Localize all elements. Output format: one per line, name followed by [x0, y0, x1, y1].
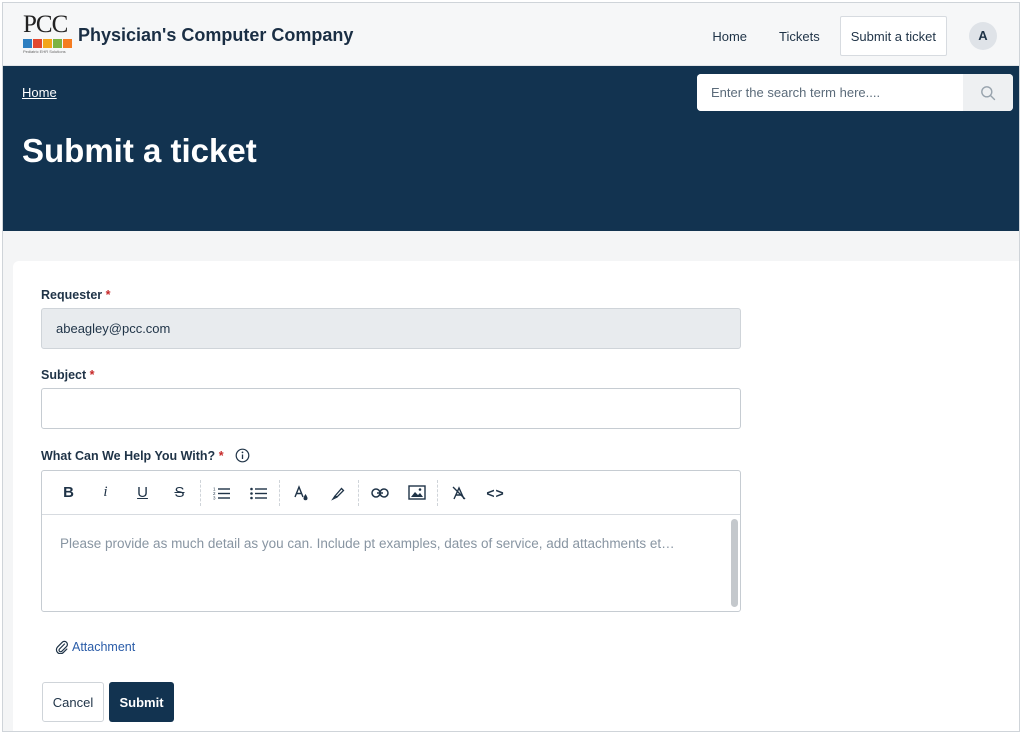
nav-submit-ticket-button[interactable]: Submit a ticket	[839, 16, 947, 56]
nav-home-link[interactable]: Home	[712, 29, 747, 44]
italic-button[interactable]: i	[87, 478, 124, 508]
requester-label: Requester *	[41, 288, 111, 302]
editor-scrollbar[interactable]	[731, 519, 738, 607]
text-color-icon	[293, 484, 307, 500]
breadcrumb-home[interactable]: Home	[22, 85, 57, 100]
top-navigation-bar: PCC Pediatric EHR Solutions Physician's …	[3, 3, 1019, 66]
search-bar	[697, 74, 1013, 111]
submit-button[interactable]: Submit	[109, 682, 174, 722]
subject-label-text: Subject	[41, 368, 87, 382]
logo-square-red	[33, 39, 42, 48]
requester-label-text: Requester	[41, 288, 103, 302]
underline-button[interactable]: U	[124, 478, 161, 508]
cancel-button[interactable]: Cancel	[42, 682, 104, 722]
logo-text: PCC	[23, 11, 68, 38]
strikethrough-button[interactable]: S	[161, 478, 198, 508]
logo-square-blue	[23, 39, 32, 48]
browser-frame: PCC Pediatric EHR Solutions Physician's …	[2, 2, 1020, 732]
code-icon: <>	[486, 484, 505, 501]
attachment-link[interactable]: Attachment	[55, 640, 135, 654]
required-marker: *	[218, 449, 224, 463]
link-icon	[370, 487, 389, 498]
company-name[interactable]: Physician's Computer Company	[78, 25, 353, 46]
logo-tagline: Pediatric EHR Solutions	[23, 49, 66, 54]
underline-icon: U	[137, 484, 148, 501]
strikethrough-icon: S	[174, 484, 185, 501]
nav-tickets-link[interactable]: Tickets	[779, 29, 820, 44]
text-color-button[interactable]	[282, 478, 319, 508]
italic-icon: i	[103, 484, 108, 500]
editor-toolbar: B i U S 1 2 3 <>	[42, 471, 740, 515]
search-button[interactable]	[963, 74, 1013, 111]
subject-label: Subject *	[41, 368, 95, 382]
bullet-list-icon	[249, 487, 267, 499]
insert-link-button[interactable]	[361, 478, 398, 508]
highlighter-icon	[330, 487, 344, 501]
highlight-button[interactable]	[319, 478, 356, 508]
required-marker: *	[89, 368, 95, 382]
search-input[interactable]	[697, 74, 963, 111]
page-title: Submit a ticket	[22, 132, 257, 169]
logo-color-squares	[23, 39, 73, 48]
toolbar-separator	[437, 479, 438, 506]
bold-icon: B	[63, 484, 74, 501]
description-label-text: What Can We Help You With?	[41, 449, 216, 463]
clear-formatting-icon	[452, 485, 465, 499]
insert-image-button[interactable]	[398, 478, 435, 508]
toolbar-separator	[200, 479, 201, 506]
subject-field[interactable]	[41, 388, 741, 429]
ordered-list-button[interactable]: 1 2 3	[203, 478, 240, 508]
svg-text:3: 3	[213, 495, 216, 500]
image-icon	[407, 485, 426, 500]
code-view-button[interactable]: <>	[477, 478, 514, 508]
logo-square-orange	[63, 39, 72, 48]
clear-formatting-button[interactable]	[440, 478, 477, 508]
logo-square-green	[53, 39, 62, 48]
attachment-label: Attachment	[72, 640, 136, 654]
required-marker: *	[105, 288, 111, 302]
description-editor-body[interactable]: Please provide as much detail as you can…	[42, 516, 728, 611]
toolbar-separator	[358, 479, 359, 506]
main-nav: Home Tickets Submit a ticket A	[712, 16, 997, 56]
user-avatar[interactable]: A	[969, 22, 997, 50]
toolbar-separator	[279, 479, 280, 506]
ordered-list-icon: 1 2 3	[213, 486, 230, 500]
requester-field[interactable]	[41, 308, 741, 349]
description-label: What Can We Help You With? *	[41, 448, 250, 463]
info-icon[interactable]	[235, 448, 250, 463]
page-hero: Home Submit a ticket	[3, 66, 1019, 231]
bold-button[interactable]: B	[50, 478, 87, 508]
rich-text-editor: B i U S 1 2 3 <> Please provide as much …	[41, 470, 741, 612]
company-logo[interactable]: PCC Pediatric EHR Solutions	[23, 12, 73, 58]
ticket-form: Requester * Subject * What Can We Help Y…	[13, 261, 1019, 731]
paperclip-icon	[55, 640, 68, 654]
search-icon	[981, 85, 996, 100]
logo-square-yellow	[43, 39, 52, 48]
bullet-list-button[interactable]	[240, 478, 277, 508]
